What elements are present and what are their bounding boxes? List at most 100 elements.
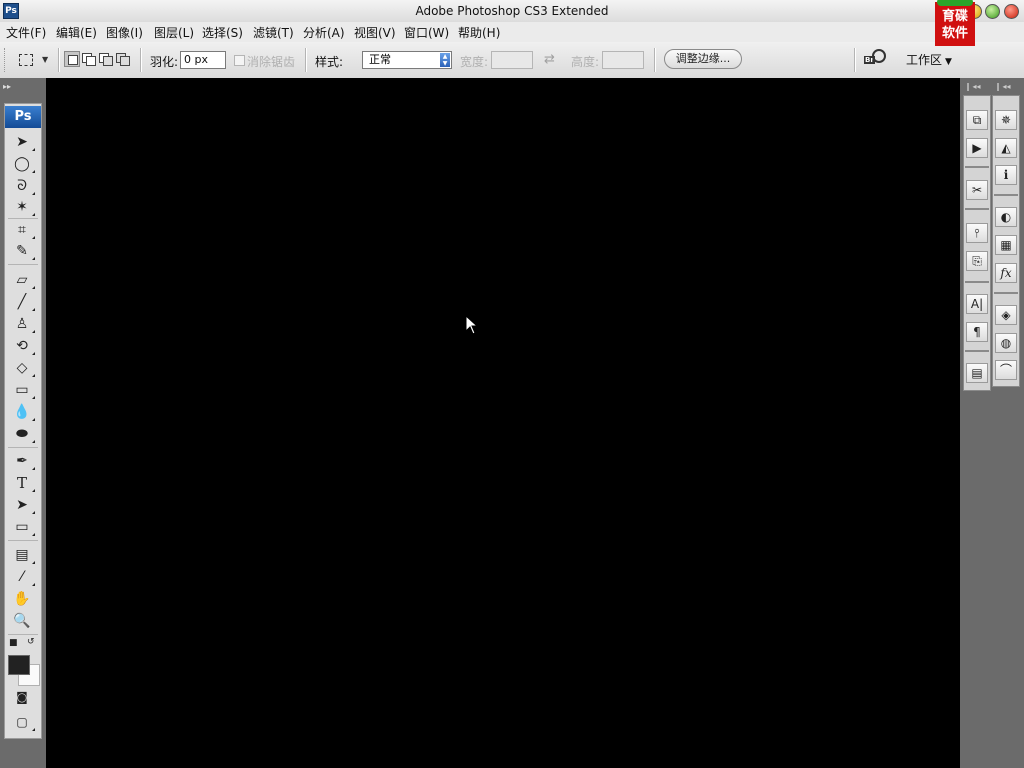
info-panel-icon[interactable]: i bbox=[995, 165, 1017, 185]
divider bbox=[654, 48, 656, 72]
foreground-color-swatch[interactable] bbox=[8, 655, 30, 675]
brush-tool-icon[interactable]: ╱ bbox=[12, 293, 35, 311]
character-panel-icon[interactable]: A| bbox=[966, 294, 988, 314]
divider bbox=[8, 218, 38, 219]
height-label: 高度: bbox=[571, 55, 600, 69]
refine-edge-button[interactable]: 调整边缘... bbox=[664, 49, 742, 69]
style-select[interactable]: 正常 ▲ ▼ bbox=[362, 51, 452, 69]
path-selection-tool-icon[interactable]: ➤ bbox=[12, 496, 35, 514]
channels-panel-icon[interactable]: ◍ bbox=[995, 333, 1017, 353]
brushes-panel-icon[interactable]: ⫯ bbox=[966, 223, 988, 243]
pen-tool-icon[interactable]: ✒ bbox=[12, 452, 35, 470]
feather-input[interactable]: 0 px bbox=[180, 51, 226, 69]
height-input[interactable] bbox=[602, 51, 644, 69]
histogram-panel-icon[interactable]: ◭ bbox=[995, 138, 1017, 158]
menu-window[interactable]: 窗口(W) bbox=[404, 24, 449, 41]
swatches-panel-icon[interactable]: ▦ bbox=[995, 235, 1017, 255]
intersect-selection-button[interactable] bbox=[115, 51, 131, 67]
default-colors-icon[interactable]: ■ bbox=[9, 638, 18, 648]
clone-stamp-tool-icon[interactable]: ♙ bbox=[12, 315, 35, 333]
menu-filter[interactable]: 滤镜(T) bbox=[253, 24, 294, 41]
history-panel-icon[interactable]: ⧉ bbox=[966, 110, 988, 130]
chevron-down-icon: ▼ bbox=[42, 55, 49, 64]
style-label: 样式: bbox=[315, 55, 344, 69]
paths-panel-icon[interactable]: ⌒ bbox=[995, 360, 1017, 380]
divider bbox=[58, 48, 60, 72]
history-brush-tool-icon[interactable]: ⟲ bbox=[12, 337, 35, 355]
magnifier-icon bbox=[872, 49, 886, 63]
divider bbox=[8, 264, 38, 265]
type-tool-icon[interactable]: T bbox=[12, 474, 35, 492]
toolbox-expand-icon[interactable]: ▸▸ bbox=[3, 82, 43, 92]
antialias-checkbox[interactable] bbox=[234, 55, 245, 66]
window-title: Adobe Photoshop CS3 Extended bbox=[415, 4, 609, 18]
divider bbox=[8, 447, 38, 448]
crop-tool-icon[interactable]: ⌗ bbox=[12, 221, 35, 239]
menu-file[interactable]: 文件(F) bbox=[6, 24, 46, 41]
navigator-panel-icon[interactable]: ✵ bbox=[995, 110, 1017, 130]
menu-select[interactable]: 选择(S) bbox=[202, 24, 243, 41]
healing-brush-tool-icon[interactable]: ▱ bbox=[12, 271, 35, 289]
elliptical-marquee-tool-icon[interactable]: ◯ bbox=[12, 155, 35, 173]
swap-dimensions-icon[interactable]: ⇄ bbox=[544, 52, 555, 67]
new-selection-button[interactable] bbox=[64, 51, 80, 67]
lasso-tool-icon[interactable]: ᘐ bbox=[12, 177, 35, 195]
width-input[interactable] bbox=[491, 51, 533, 69]
ps-logo[interactable]: Ps bbox=[5, 106, 41, 128]
styles-panel-icon[interactable]: fx bbox=[995, 263, 1017, 283]
go-to-bridge-button[interactable]: Br bbox=[862, 48, 888, 70]
divider bbox=[965, 208, 989, 210]
dock-collapse-icon[interactable]: ‖ ◂◂ bbox=[996, 82, 1011, 92]
dock-collapse-icon[interactable]: ‖ ◂◂ bbox=[966, 82, 981, 92]
divider bbox=[8, 634, 38, 635]
watermark-leaf-icon bbox=[937, 0, 973, 6]
actions-panel-icon[interactable]: ▶ bbox=[966, 138, 988, 158]
tool-preset-picker[interactable]: ▼ bbox=[16, 50, 52, 70]
move-tool-icon[interactable]: ➤ bbox=[12, 133, 35, 151]
options-bar-grip[interactable] bbox=[4, 48, 8, 72]
menu-image[interactable]: 图像(I) bbox=[106, 24, 143, 41]
menu-help[interactable]: 帮助(H) bbox=[458, 24, 500, 41]
add-to-selection-button[interactable] bbox=[81, 51, 97, 67]
divider bbox=[305, 48, 307, 72]
chevron-down-icon: ▼ bbox=[945, 57, 952, 67]
slice-tool-icon[interactable]: ✎ bbox=[12, 242, 35, 260]
hand-tool-icon[interactable]: ✋ bbox=[12, 590, 32, 608]
gradient-tool-icon[interactable]: ▭ bbox=[12, 381, 35, 399]
screen-mode-icon[interactable]: ▢ bbox=[12, 713, 35, 731]
eyedropper-tool-icon[interactable]: ⁄ bbox=[12, 568, 35, 586]
close-button[interactable] bbox=[1004, 4, 1019, 19]
clone-source-panel-icon[interactable]: ⎘ bbox=[966, 251, 988, 271]
menu-analysis[interactable]: 分析(A) bbox=[303, 24, 345, 41]
color-panel-icon[interactable]: ◐ bbox=[995, 207, 1017, 227]
subtract-from-selection-button[interactable] bbox=[98, 51, 114, 67]
width-label: 宽度: bbox=[460, 55, 489, 69]
divider bbox=[994, 292, 1018, 294]
blur-tool-icon[interactable]: 💧 bbox=[12, 403, 35, 421]
feather-label: 羽化: bbox=[150, 55, 179, 69]
layers-panel-icon[interactable]: ◈ bbox=[995, 305, 1017, 325]
notes-tool-icon[interactable]: ▤ bbox=[12, 546, 35, 564]
divider bbox=[965, 350, 989, 352]
quick-mask-icon[interactable]: ◙ bbox=[12, 688, 32, 706]
menu-edit[interactable]: 编辑(E) bbox=[56, 24, 97, 41]
color-swatches bbox=[8, 655, 40, 686]
layer-comps-panel-icon[interactable]: ▤ bbox=[966, 363, 988, 383]
style-select-value: 正常 bbox=[369, 53, 391, 66]
menu-layer[interactable]: 图层(L) bbox=[154, 24, 194, 41]
menu-view[interactable]: 视图(V) bbox=[354, 24, 396, 41]
document-canvas[interactable] bbox=[46, 78, 960, 768]
divider bbox=[994, 194, 1018, 196]
paragraph-panel-icon[interactable]: ¶ bbox=[966, 322, 988, 342]
workspace-menu[interactable]: 工作区 ▼ bbox=[906, 51, 952, 68]
divider bbox=[854, 48, 856, 72]
zoom-tool-icon[interactable]: 🔍 bbox=[12, 612, 32, 630]
rectangle-tool-icon[interactable]: ▭ bbox=[12, 518, 35, 536]
swap-colors-icon[interactable]: ↺ bbox=[27, 637, 35, 647]
maximize-button[interactable] bbox=[985, 4, 1000, 19]
magic-wand-tool-icon[interactable]: ✶ bbox=[12, 198, 35, 216]
dodge-tool-icon[interactable]: ⬬ bbox=[12, 425, 35, 443]
tool-presets-panel-icon[interactable]: ✂ bbox=[966, 180, 988, 200]
divider bbox=[965, 281, 989, 283]
eraser-tool-icon[interactable]: ◇ bbox=[12, 359, 35, 377]
